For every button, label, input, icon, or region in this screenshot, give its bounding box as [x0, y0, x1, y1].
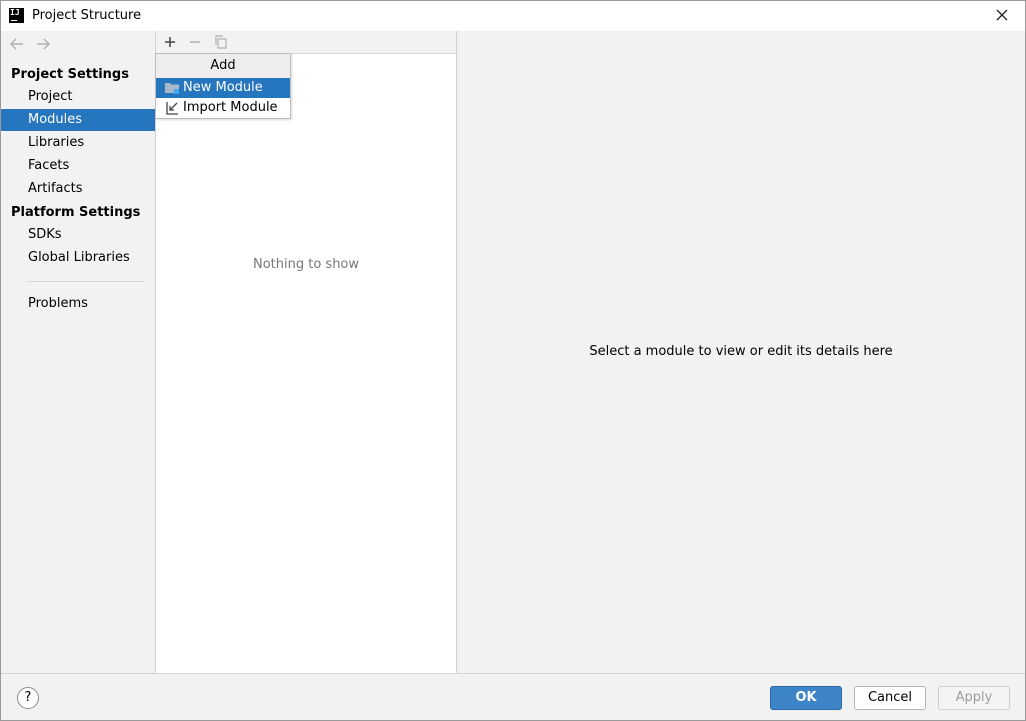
menu-item-new-module[interactable]: New Module	[156, 78, 290, 98]
plus-icon	[165, 37, 175, 47]
list-toolbar	[156, 31, 456, 54]
empty-list-text: Nothing to show	[252, 257, 360, 272]
menu-item-label: Import Module	[183, 100, 278, 115]
project-settings-heading: Project Settings	[11, 67, 129, 82]
module-detail-pane: Select a module to view or edit its deta…	[457, 31, 1025, 673]
settings-sidebar: Project Settings Project Modules Librari…	[1, 31, 155, 673]
help-button[interactable]: ?	[17, 687, 39, 709]
project-structure-dialog: IJ Project Structure Project Settings Pr…	[0, 0, 1026, 721]
back-button[interactable]	[9, 34, 25, 54]
module-list-pane: Nothing to show	[155, 31, 457, 673]
import-module-icon	[166, 102, 178, 115]
ok-button[interactable]: OK	[770, 686, 842, 710]
sidebar-item-global-libraries[interactable]: Global Libraries	[1, 247, 155, 269]
remove-button[interactable]	[187, 34, 203, 50]
title-bar: IJ Project Structure	[1, 1, 1025, 31]
close-icon	[996, 9, 1008, 21]
menu-item-label: New Module	[183, 80, 263, 95]
add-popup-menu: Add New Module Import Module	[155, 53, 291, 119]
sidebar-item-modules[interactable]: Modules	[1, 109, 155, 131]
popup-title: Add	[156, 54, 290, 78]
sidebar-divider	[27, 281, 145, 282]
intellij-logo-icon: IJ	[9, 8, 24, 23]
sidebar-item-artifacts[interactable]: Artifacts	[1, 178, 155, 200]
sidebar-item-libraries[interactable]: Libraries	[1, 132, 155, 154]
cancel-button[interactable]: Cancel	[854, 686, 926, 710]
sidebar-item-sdks[interactable]: SDKs	[1, 224, 155, 246]
arrow-right-icon	[37, 38, 50, 50]
sidebar-item-project[interactable]: Project	[1, 86, 155, 108]
minus-icon	[190, 41, 200, 43]
window-title: Project Structure	[32, 8, 142, 23]
add-button[interactable]	[162, 34, 178, 50]
detail-placeholder-text: Select a module to view or edit its deta…	[589, 344, 893, 359]
close-button[interactable]	[993, 6, 1011, 24]
copy-icon	[215, 35, 227, 49]
platform-settings-heading: Platform Settings	[11, 205, 141, 220]
arrow-left-icon	[10, 38, 23, 50]
apply-button[interactable]: Apply	[938, 686, 1010, 710]
dialog-footer: ? OK Cancel Apply	[1, 673, 1025, 720]
forward-button[interactable]	[35, 34, 51, 54]
menu-item-import-module[interactable]: Import Module	[156, 98, 290, 118]
folder-module-icon	[165, 83, 179, 94]
sidebar-item-problems[interactable]: Problems	[1, 293, 155, 315]
copy-button[interactable]	[213, 34, 229, 50]
sidebar-item-facets[interactable]: Facets	[1, 155, 155, 177]
